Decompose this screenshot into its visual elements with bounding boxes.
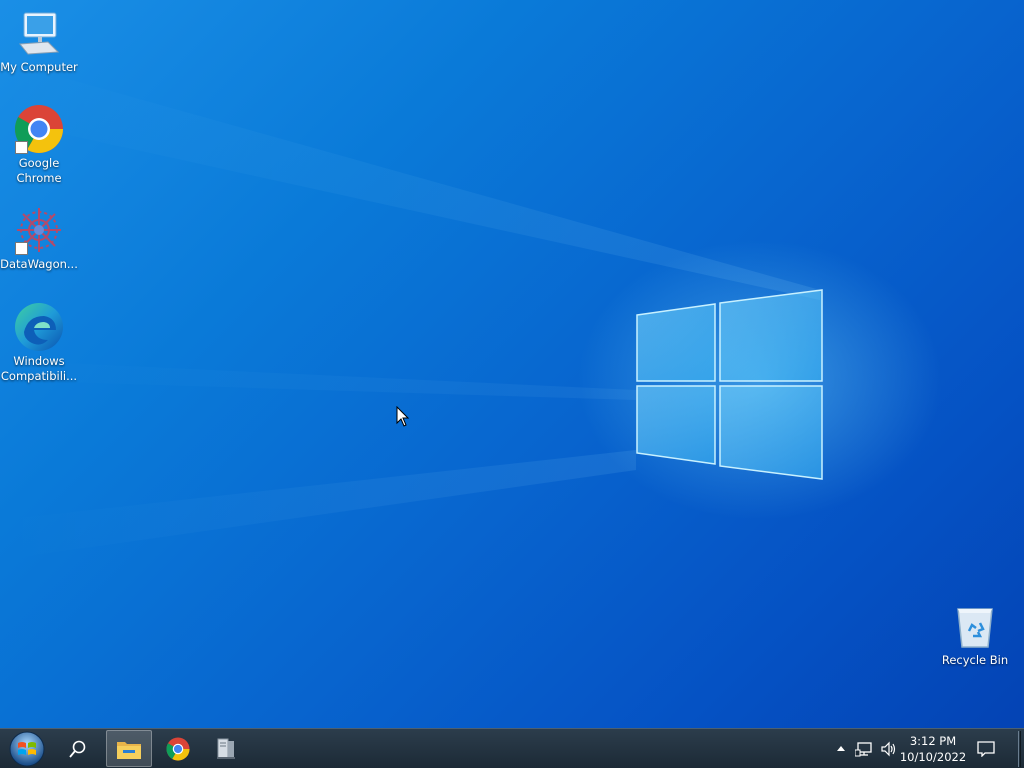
action-center-icon [977,741,995,757]
start-button[interactable] [0,729,54,768]
start-orb-icon [9,731,45,767]
search-icon [69,740,86,758]
chevron-up-icon [837,746,845,751]
desktop-icon-google-chrome[interactable]: Google Chrome [0,104,78,186]
taskbar-file-explorer[interactable] [106,730,152,767]
clock[interactable]: 3:12 PM 10/10/2022 [900,729,966,768]
clock-time: 3:12 PM [909,734,957,748]
taskbar-chrome[interactable] [156,729,200,768]
edge-icon [14,302,64,352]
desktop-icon-label: Google Chrome [16,156,62,185]
file-explorer-icon [117,741,141,759]
clock-date: 10/10/2022 [899,750,967,764]
desktop-icon-label: DataWagon... [0,257,78,271]
shortcut-arrow-icon [15,141,28,154]
action-center-button[interactable] [970,729,1002,768]
desktop-icon-datawagon[interactable]: DataWagon... [0,205,78,272]
windows-logo [636,289,823,480]
show-hidden-icons-button[interactable] [832,729,850,768]
volume-icon [881,741,896,757]
computer-icon [14,8,64,58]
desktop-icon-windows-compatibility[interactable]: Windows Compatibili... [0,302,78,384]
chrome-icon [14,104,64,154]
windows-wallpaper [0,60,823,560]
chrome-icon [166,737,190,761]
desktop-icon-my-computer[interactable]: My Computer [0,8,78,75]
desktop-background[interactable]: My Computer Google Chrome DataWagon... W… [0,0,1024,728]
mouse-cursor-icon [396,406,410,427]
taskbar: 3:12 PM 10/10/2022 [0,728,1024,768]
network-icon [855,742,872,757]
desktop-icon-label: Recycle Bin [941,653,1009,667]
search-button[interactable] [56,729,100,768]
datawagon-icon [14,205,64,255]
taskbar-server-manager[interactable] [204,729,248,768]
show-desktop-divider [1017,731,1021,767]
network-tray-button[interactable] [852,729,876,768]
volume-tray-button[interactable] [877,729,901,768]
server-manager-icon [217,738,235,759]
recycle-bin-icon [950,601,1000,651]
desktop-icon-recycle-bin[interactable]: Recycle Bin [936,601,1014,668]
shortcut-arrow-icon [15,242,28,255]
show-desktop-button[interactable] [1014,729,1024,768]
desktop-icon-label: Windows Compatibili... [0,354,78,383]
desktop-icon-label: My Computer [0,60,78,74]
